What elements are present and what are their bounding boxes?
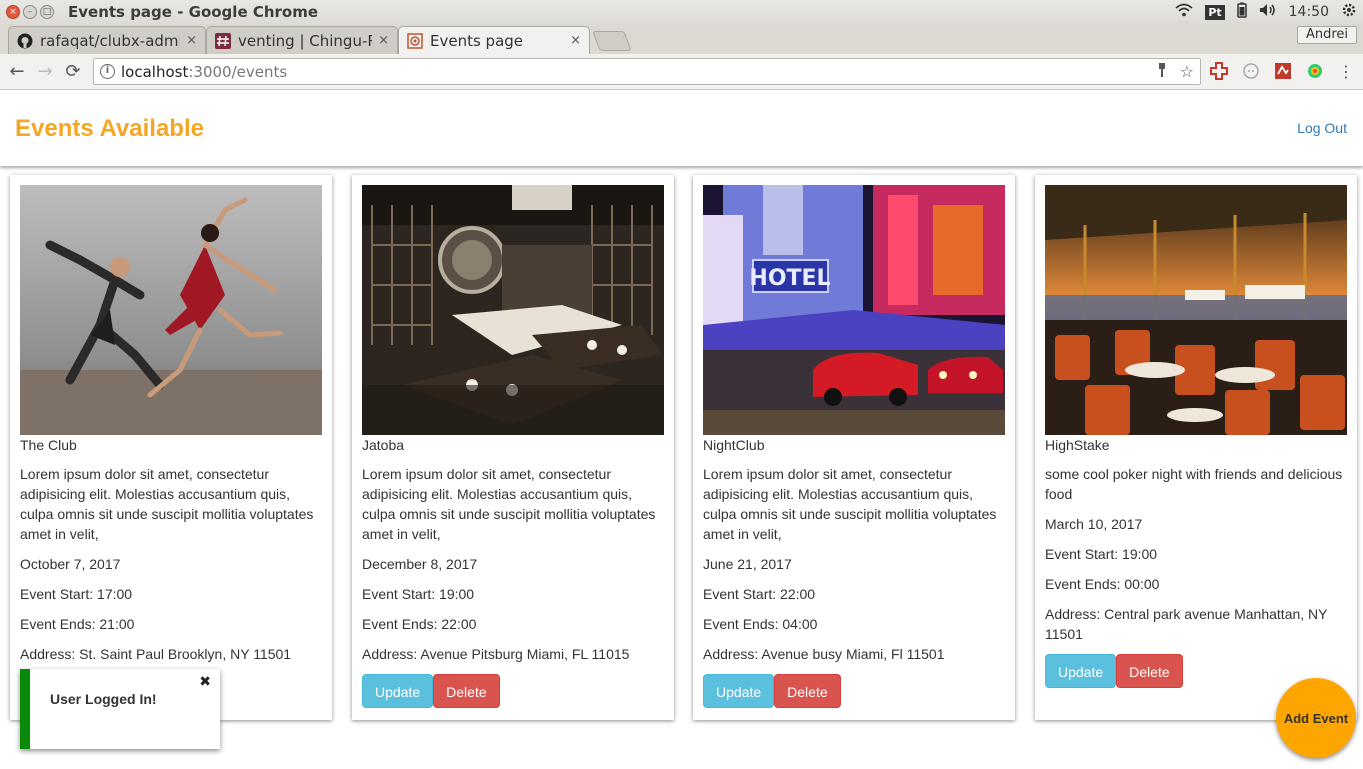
page-title: Events Available [15, 115, 204, 142]
slack-hash-icon [215, 32, 231, 49]
tab-label: venting | Chingu-Re [238, 31, 373, 50]
event-end: Event Ends: 21:00 [20, 616, 135, 632]
event-date: June 21, 2017 [703, 556, 792, 572]
event-address: Address: Avenue Pitsburg Miami, FL 11015 [362, 646, 630, 662]
logout-link[interactable]: Log Out [1297, 120, 1347, 136]
url-path: :3000/events [188, 62, 288, 81]
toast-message: User Logged In! [50, 691, 157, 707]
event-date: March 10, 2017 [1045, 516, 1143, 532]
event-start: Event Start: 19:00 [362, 586, 475, 602]
events-favicon-icon [407, 32, 423, 49]
tab-close-icon[interactable]: × [186, 33, 197, 48]
app-navbar: Events Available Log Out [0, 91, 1363, 166]
clock[interactable]: 14:50 [1289, 4, 1329, 20]
battery-icon[interactable] [1236, 2, 1247, 22]
event-name: Jatoba [362, 437, 405, 453]
svg-text:HOTEL: HOTEL [749, 266, 830, 291]
event-name: NightClub [703, 437, 765, 453]
site-info-icon[interactable]: i [100, 64, 115, 79]
forward-arrow-icon[interactable]: → [31, 61, 59, 82]
event-end: Event Ends: 22:00 [362, 616, 477, 632]
red-square-extension-icon[interactable] [1274, 62, 1292, 80]
wifi-icon[interactable] [1175, 3, 1193, 21]
event-start: Event Start: 17:00 [20, 586, 133, 602]
event-card: HOTEL NightClub Lorem ipsum dolor sit am… [693, 175, 1015, 720]
event-start: Event Start: 19:00 [1045, 546, 1158, 562]
circle-extension-icon[interactable] [1242, 62, 1260, 80]
event-description: Lorem ipsum dolor sit amet, consectetur … [703, 466, 997, 542]
os-title-bar: × – □ Events page - Google Chrome Pt 14:… [0, 0, 1363, 24]
login-toast: User Logged In! ✖ [20, 669, 220, 749]
system-tray: Pt 14:50 [1175, 2, 1357, 22]
red-cross-extension-icon[interactable] [1210, 62, 1228, 80]
event-card: HighStake some cool poker night with fri… [1035, 175, 1357, 720]
event-address: Address: Central park avenue Manhattan, … [1045, 606, 1328, 642]
event-description: some cool poker night with friends and d… [1045, 466, 1343, 502]
delete-button[interactable]: Delete [774, 674, 841, 708]
tab-label: rafaqat/clubx-admi [40, 31, 181, 50]
tab-slack[interactable]: venting | Chingu-Re × [206, 26, 398, 54]
back-arrow-icon[interactable]: ← [3, 61, 31, 82]
browser-tab-strip: rafaqat/clubx-admi × venting | Chingu-Re… [0, 24, 1363, 54]
event-photo-restaurant [362, 185, 664, 435]
event-start: Event Start: 22:00 [703, 586, 816, 602]
event-address: Address: Avenue busy Miami, Fl 11501 [703, 646, 945, 662]
event-end: Event Ends: 04:00 [703, 616, 818, 632]
chrome-menu-icon[interactable]: ⋮ [1338, 62, 1354, 82]
window-maximize-button[interactable]: □ [40, 5, 54, 19]
profile-button[interactable]: Andrei [1296, 26, 1357, 44]
browser-toolbar: ← → ⟳ i localhost:3000/events ☆ ⋮ [0, 54, 1363, 90]
event-description: Lorem ipsum dolor sit amet, consectetur … [362, 466, 656, 542]
add-event-button[interactable]: Add Event [1276, 678, 1356, 758]
address-bar[interactable]: i localhost:3000/events ☆ [93, 58, 1201, 85]
delete-button[interactable]: Delete [433, 674, 500, 708]
window-controls: × – □ [6, 5, 54, 19]
event-end: Event Ends: 00:00 [1045, 576, 1160, 592]
tab-label: Events page [430, 31, 524, 50]
event-card: The Club Lorem ipsum dolor sit amet, con… [10, 175, 332, 720]
bookmark-star-icon[interactable]: ☆ [1180, 62, 1194, 82]
colorful-extension-icon[interactable] [1306, 62, 1324, 80]
event-card: Jatoba Lorem ipsum dolor sit amet, conse… [352, 175, 674, 720]
window-close-button[interactable]: × [6, 5, 20, 19]
page-content: Events Available Log Out The Club Lorem … [0, 91, 1363, 769]
reload-icon[interactable]: ⟳ [59, 61, 87, 82]
window-title: Events page - Google Chrome [68, 3, 319, 21]
event-date: October 7, 2017 [20, 556, 121, 572]
event-photo-waterfront-dining [1045, 185, 1347, 435]
github-icon [17, 33, 33, 49]
event-name: The Club [20, 437, 77, 453]
window-minimize-button[interactable]: – [23, 5, 37, 19]
event-address: Address: St. Saint Paul Brooklyn, NY 115… [20, 646, 292, 662]
tab-events-page[interactable]: Events page × [398, 26, 590, 54]
url-host: localhost [121, 62, 189, 81]
tab-github[interactable]: rafaqat/clubx-admi × [8, 26, 206, 54]
event-date: December 8, 2017 [362, 556, 478, 572]
event-photo-dancers [20, 185, 322, 435]
delete-button[interactable]: Delete [1116, 654, 1183, 688]
event-description: Lorem ipsum dolor sit amet, consectetur … [20, 466, 314, 542]
update-button[interactable]: Update [362, 674, 434, 708]
tab-close-icon[interactable]: × [570, 33, 581, 48]
volume-icon[interactable] [1259, 3, 1277, 21]
update-button[interactable]: Update [703, 674, 775, 708]
extension-icons: ⋮ [1210, 62, 1354, 82]
key-icon[interactable] [1156, 62, 1168, 82]
toast-close-icon[interactable]: ✖ [199, 674, 211, 690]
pt-indicator-icon[interactable]: Pt [1205, 4, 1225, 20]
tab-close-icon[interactable]: × [378, 33, 389, 48]
event-photo-neon-hotel: HOTEL [703, 185, 1005, 435]
event-name: HighStake [1045, 437, 1110, 453]
settings-gear-icon[interactable] [1341, 2, 1357, 22]
new-tab-button[interactable] [592, 31, 632, 51]
update-button[interactable]: Update [1045, 654, 1117, 688]
